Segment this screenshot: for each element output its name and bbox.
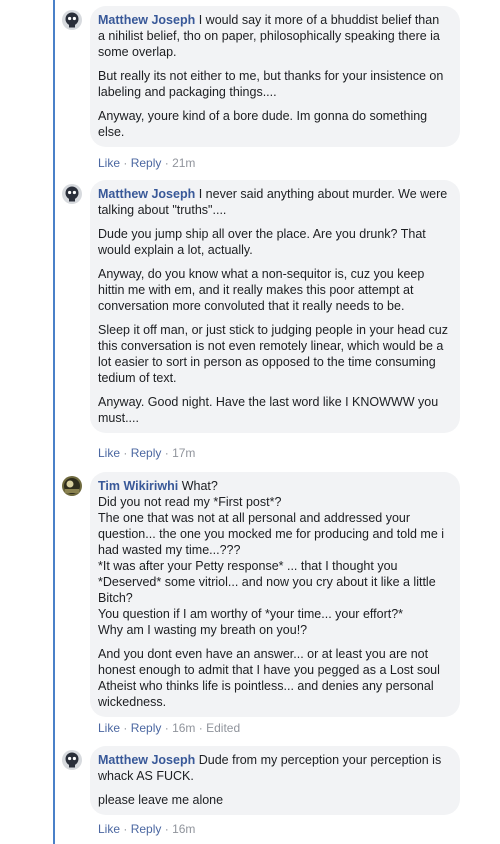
comment-timestamp[interactable]: 16m <box>172 822 195 836</box>
comment-author[interactable]: Matthew Joseph <box>98 753 195 767</box>
comment-paragraph: Anyway, do you know what a non-sequitor … <box>98 267 425 313</box>
separator-dot: · <box>123 721 128 735</box>
comment-author[interactable]: Tim Wikiriwhi <box>98 479 178 493</box>
separator-dot: · <box>123 446 128 460</box>
comment-timestamp[interactable]: 21m <box>172 156 195 170</box>
separator-dot: · <box>164 156 169 170</box>
comment-paragraph: Anyway, youre kind of a bore dude. Im go… <box>98 109 428 139</box>
separator-dot: · <box>123 822 128 836</box>
separator-dot: · <box>164 822 169 836</box>
separator-dot: · <box>164 721 169 735</box>
comment-paragraph: Tim Wikiriwhi What? Did you not read my … <box>98 479 445 637</box>
photo-avatar-icon[interactable] <box>62 476 82 496</box>
comment-paragraph: please leave me alone <box>98 793 224 807</box>
reply-link[interactable]: Reply <box>131 156 162 170</box>
comment-paragraph: Dude you jump ship all over the place. A… <box>98 227 426 257</box>
comment-paragraph: Matthew Joseph I would say it more of a … <box>98 13 440 59</box>
separator-dot: · <box>123 156 128 170</box>
comment-paragraph: But really its not either to me, but tha… <box>98 69 444 99</box>
edited-label[interactable]: Edited <box>206 721 240 735</box>
comment-bubble: Matthew Joseph Dude from my perception y… <box>90 746 460 815</box>
like-link[interactable]: Like <box>98 822 120 836</box>
comment-paragraph: Sleep it off man, or just stick to judgi… <box>98 323 448 385</box>
comment-paragraph: Anyway. Good night. Have the last word l… <box>98 395 439 425</box>
thread-line <box>53 0 55 844</box>
comment-author[interactable]: Matthew Joseph <box>98 13 195 27</box>
comment-paragraph: Matthew Joseph Dude from my perception y… <box>98 753 442 783</box>
comment-bubble: Matthew Joseph I never said anything abo… <box>90 180 460 433</box>
separator-dot: · <box>198 721 203 735</box>
comment-actions: Like · Reply · 17m <box>98 446 195 460</box>
reply-link[interactable]: Reply <box>131 721 162 735</box>
comment-timestamp[interactable]: 16m <box>172 721 195 735</box>
comment-paragraph: Matthew Joseph I never said anything abo… <box>98 187 448 217</box>
comment-actions: Like · Reply · 21m <box>98 156 195 170</box>
comment-author[interactable]: Matthew Joseph <box>98 187 195 201</box>
comment-timestamp[interactable]: 17m <box>172 446 195 460</box>
comment-actions: Like · Reply · 16m · Edited <box>98 721 240 735</box>
like-link[interactable]: Like <box>98 156 120 170</box>
reply-link[interactable]: Reply <box>131 822 162 836</box>
like-link[interactable]: Like <box>98 446 120 460</box>
comment-bubble: Tim Wikiriwhi What? Did you not read my … <box>90 472 460 717</box>
like-link[interactable]: Like <box>98 721 120 735</box>
comment-bubble: Matthew Joseph I would say it more of a … <box>90 6 460 147</box>
reply-link[interactable]: Reply <box>131 446 162 460</box>
comment-paragraph: And you dont even have an answer... or a… <box>98 647 440 709</box>
skull-avatar-icon[interactable] <box>62 10 82 30</box>
comment-actions: Like · Reply · 16m <box>98 822 195 836</box>
skull-avatar-icon[interactable] <box>62 184 82 204</box>
separator-dot: · <box>164 446 169 460</box>
skull-avatar-icon[interactable] <box>62 750 82 770</box>
